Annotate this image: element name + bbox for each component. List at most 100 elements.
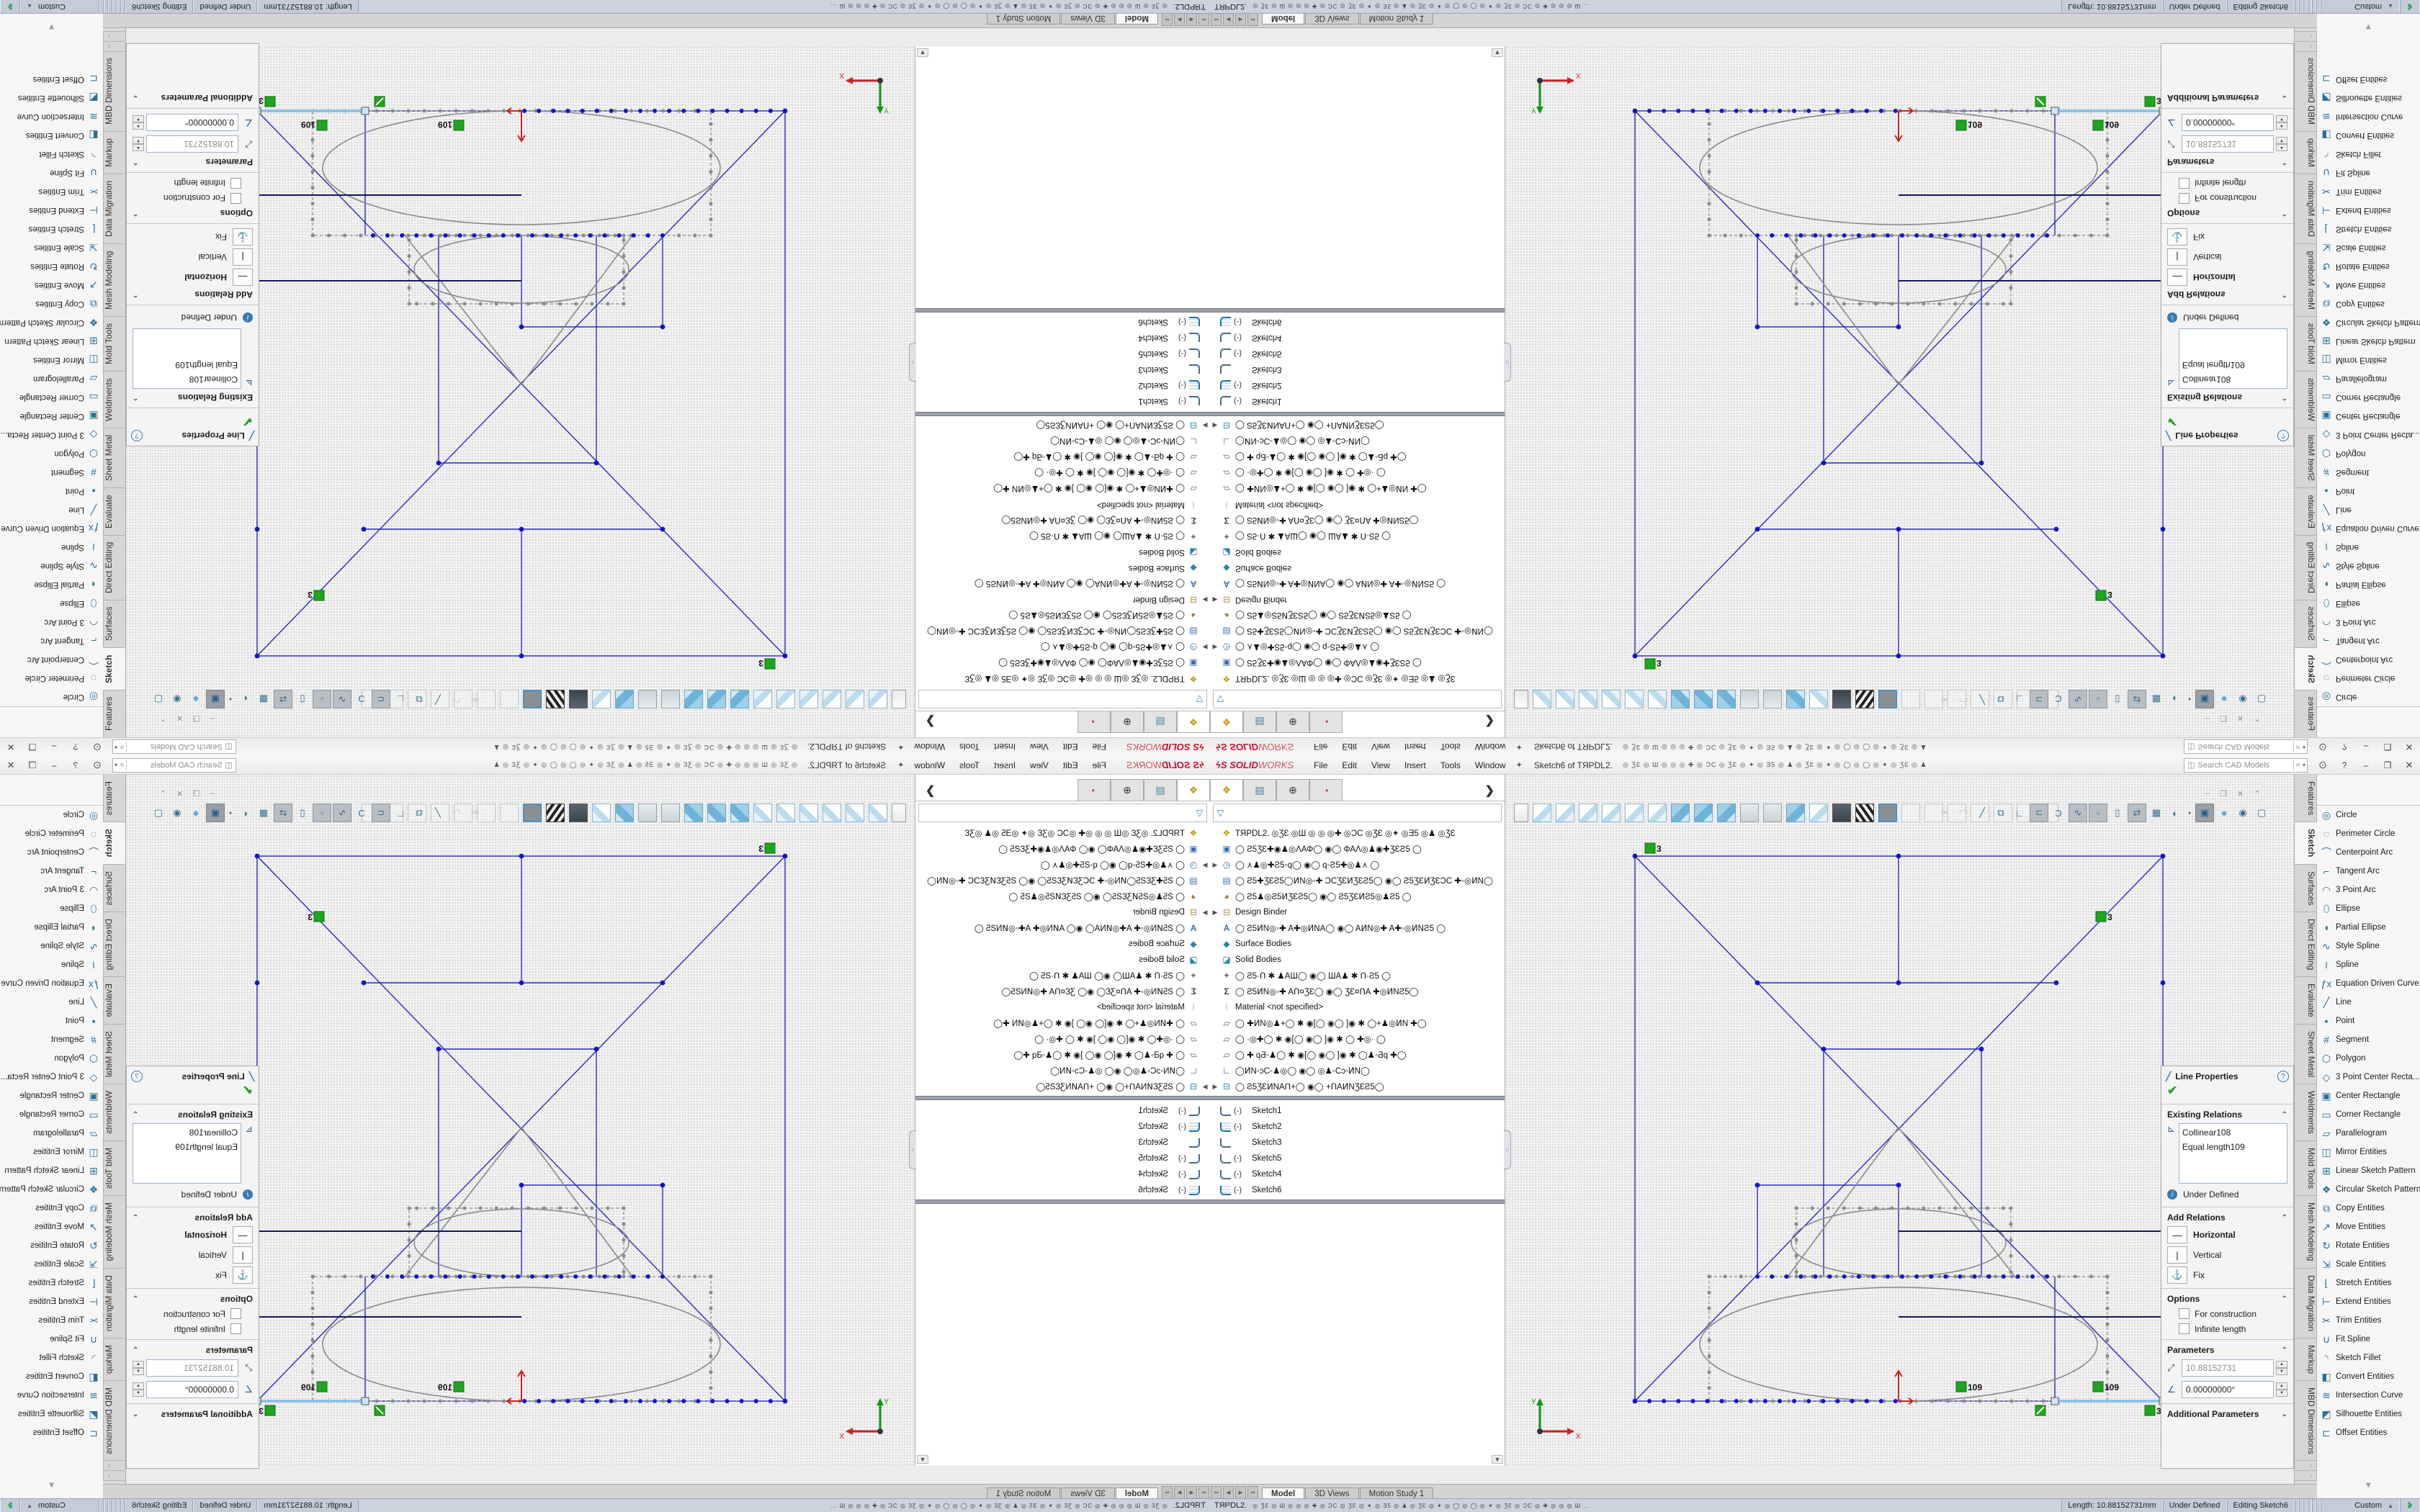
feature-manager-tab[interactable]: ❖ xyxy=(1177,711,1210,733)
tab-nav-button[interactable]: ⤇ xyxy=(1247,14,1258,27)
checkbox[interactable] xyxy=(230,193,241,204)
tab-nav-button[interactable]: ⤆ xyxy=(1198,14,1209,27)
add-relation-button[interactable]: — Horizontal xyxy=(127,267,259,287)
command-tab[interactable]: Sketch xyxy=(2295,822,2317,864)
tree-splitter[interactable] xyxy=(1210,1200,1505,1204)
tree-row[interactable]: ▶ ⊟ ◯ Ƨ5ƷƐͶΝΑՈ+◯ ◉◯ +ՈΑͶΝƷƐƧ5◯ xyxy=(915,1079,1210,1094)
command-tab[interactable]: Evaluate xyxy=(103,977,125,1025)
tree-row[interactable]: ▤ ◯ Ƨ5✚ƷƐƧ5◯ͶΝ◎◦✚ ƆCƷƐͶƷƐƧ5◯ ◉◯ Ƨ5ƷƐͶƷƐƆ… xyxy=(915,624,1210,639)
tree-row[interactable]: ⁝ Material <not specified> xyxy=(1210,999,1505,1015)
palette-item[interactable]: ⇲ Scale Entities xyxy=(0,1255,103,1274)
palette-item[interactable]: ⬯ Ellipse xyxy=(2317,594,2420,613)
menu-item[interactable]: Edit xyxy=(1335,742,1364,752)
tree-row[interactable]: ▱ ◯ ✚ͶΝ◎♟+◯ ✱ ◉[◯ ◉◯ ]◉ ✱ ◯+♟◎ͶΝ ✚◯ xyxy=(1210,1015,1505,1031)
palette-item[interactable]: ❖ Circular Sketch Pattern xyxy=(2317,313,2420,332)
relation-type-icon[interactable]: ⚓ xyxy=(233,228,253,246)
checkbox[interactable] xyxy=(230,178,241,189)
palette-item[interactable]: ƒx Equation Driven Curve xyxy=(2317,519,2420,538)
parameter-input[interactable]: 0.00000000° xyxy=(2182,1381,2274,1398)
tab-nav-button[interactable]: ▶ xyxy=(1174,14,1185,27)
feature-manager-tab[interactable]: ⊕ xyxy=(1276,711,1309,733)
tree-splitter[interactable] xyxy=(1210,1096,1505,1100)
palette-item[interactable]: ↻ Rotate Entities xyxy=(2317,1236,2420,1255)
search-icon[interactable]: ⌕ xyxy=(117,760,127,770)
command-tab[interactable]: Surfaces xyxy=(2295,865,2317,912)
palette-item[interactable]: ◇ 3 Point Center Recta... xyxy=(0,1068,103,1086)
menu-item[interactable]: Tools xyxy=(952,742,987,752)
add-relation-button[interactable]: | Vertical xyxy=(127,247,259,267)
command-tab[interactable]: Sketch xyxy=(103,647,125,689)
command-tab[interactable]: Mesh Modeling xyxy=(103,1196,125,1268)
tree-row[interactable]: ▣ ◯ Ƨ5ƷƐ✚◉♟◎ΛΑΦ◯ ◉◯ ΦΑΛ◎♟◉✚ƷƐƧ5 ◯ xyxy=(1210,841,1505,857)
tree-scroll-down-icon[interactable]: ▼ xyxy=(1492,48,1503,57)
tree-row[interactable]: Σ ◯ Ƨ5ͶΝ◎◦✚ ΑՈ¤ƷƐ◯ ◉◯ ƷƐ¤ՈΑ ✚◎ͶΝƧ5◯ xyxy=(915,984,1210,999)
palette-item[interactable]: ∿ Style Spline xyxy=(2317,937,2420,955)
collapse-icon[interactable]: ⌃ xyxy=(133,1214,138,1222)
menu-item[interactable]: File xyxy=(1307,742,1335,752)
palette-item[interactable]: ∪ Fit Spline xyxy=(0,1330,103,1349)
help-icon[interactable]: ? xyxy=(65,742,86,752)
feature-manager-tab[interactable]: ◔ xyxy=(1309,711,1343,733)
palette-item[interactable]: ⊞ Linear Sketch Pattern xyxy=(0,332,103,351)
collapse-icon[interactable]: ⌃ xyxy=(133,291,138,299)
palette-item[interactable]: ⌊ Stretch Entities xyxy=(2317,220,2420,238)
palette-item[interactable]: ◫ Mirror Entities xyxy=(0,351,103,369)
palette-item[interactable]: ⬡ Polygon xyxy=(0,444,103,463)
add-relation-button[interactable]: ⚓ Fix xyxy=(127,1265,259,1285)
sketch-row[interactable]: (-) Sketch5 xyxy=(1210,346,1505,361)
tree-expander-icon[interactable]: ▶ xyxy=(1210,644,1220,652)
palette-item[interactable]: ▱ Parallelogram xyxy=(2317,1124,2420,1143)
tree-scroll-down-icon[interactable]: ▼ xyxy=(917,1455,928,1464)
help-icon[interactable]: ? xyxy=(131,430,143,441)
command-tab[interactable]: MBD Dimensions xyxy=(103,1381,125,1462)
command-tab[interactable]: Evaluate xyxy=(2295,487,2317,535)
palette-item[interactable]: ↗ Move Entities xyxy=(0,1218,103,1236)
command-tab[interactable]: Direct Editing xyxy=(103,912,125,977)
checkbox[interactable] xyxy=(2179,1323,2190,1334)
palette-item[interactable]: ⊞ Linear Sketch Pattern xyxy=(2317,332,2420,351)
tree-row[interactable]: ❖ TЯPDL2. ◎ƷƐ ◎Ш ◎ ◎ ◎✚ ◎ƆC ◎ƷƐ ◎✦ ◎Ǝ5 ◎… xyxy=(915,825,1210,841)
relation-type-icon[interactable]: ⚓ xyxy=(2167,228,2187,246)
palette-item[interactable]: ⌊ Stretch Entities xyxy=(0,1274,103,1292)
command-tab[interactable]: MBD Dimensions xyxy=(2295,1381,2317,1462)
palette-item[interactable]: ◧ Convert Entities xyxy=(0,1367,103,1386)
palette-item[interactable]: ◠ 3 Point Arc xyxy=(0,881,103,899)
command-tab[interactable]: .. xyxy=(103,31,125,41)
palette-item[interactable]: ∿ Style Spline xyxy=(0,937,103,955)
pin-icon[interactable]: ✦ xyxy=(897,742,904,752)
palette-item[interactable]: ◫ Mirror Entities xyxy=(2317,1143,2420,1161)
tree-row[interactable]: ⁝ Material <not specified> xyxy=(1210,497,1505,513)
collapse-icon[interactable]: ⌃ xyxy=(133,1111,138,1119)
sketch-row[interactable]: (-) Sketch6 xyxy=(915,1182,1210,1198)
spinner[interactable]: ▲▼ xyxy=(133,1382,144,1397)
relation-type-icon[interactable]: — xyxy=(2167,269,2187,286)
add-relation-button[interactable]: | Vertical xyxy=(127,1245,259,1265)
command-tab[interactable]: Data Migration xyxy=(2295,1269,2317,1338)
collapse-icon[interactable]: ⌃ xyxy=(2282,210,2287,217)
tree-row[interactable]: A ◯ Ƨ5ͶΝ◎◦✚ Α✚◎ͶΝΑ◯ ◉◯ ΑͶΝ◎✚ Α✚◦◎ͶΝƧ5 ◯ xyxy=(1210,920,1505,936)
restore-button[interactable]: ❐ xyxy=(2377,742,2398,752)
palette-item[interactable]: ◩ Silhouette Entities xyxy=(2317,1405,2420,1423)
palette-item[interactable]: ◖ Partial Ellipse xyxy=(2317,575,2420,594)
option-row[interactable]: Infinite length xyxy=(2161,176,2293,191)
palette-item[interactable]: ▣ Center Rectangle xyxy=(0,407,103,426)
tree-row[interactable]: ◕ ◯ Ƨ5♟◎Ƨ5ͶƷƐƧ5◯ ◉◯ Ƨ5ƷƐͶƧ5◎♟Ƨ5 ◯ xyxy=(915,608,1210,624)
command-tab[interactable]: Sheet Metal xyxy=(2295,428,2317,487)
tree-splitter[interactable] xyxy=(915,1200,1210,1204)
spinner[interactable]: ▲▼ xyxy=(2276,115,2287,130)
relations-list[interactable]: Collinear108Equal length109 xyxy=(133,328,241,389)
tab-nav-button[interactable]: ◀ xyxy=(1223,1486,1234,1499)
collapse-icon[interactable]: ⌃ xyxy=(133,394,138,402)
tab-nav-button[interactable]: ⤆ xyxy=(1211,1486,1222,1499)
tree-row[interactable]: ▱ ◯ ✚ qƋ◦♟◯ ✱ ◉[◯ ◉◯ ]◉ ✱ ◯♟◦Ƌq ✚◯ xyxy=(915,1047,1210,1063)
sketch-row[interactable]: (-) Sketch2 xyxy=(1210,1119,1505,1135)
palette-item[interactable]: ▭ Corner Rectangle xyxy=(2317,1105,2420,1124)
panel-expand-chevron-icon[interactable]: ❯ xyxy=(1485,783,1502,798)
command-tab[interactable]: Sheet Metal xyxy=(2295,1025,2317,1084)
relation-type-icon[interactable]: | xyxy=(2167,248,2187,266)
sketch-row[interactable]: (-) Sketch2 xyxy=(915,1119,1210,1135)
palette-item[interactable]: ▣ Center Rectangle xyxy=(2317,1086,2420,1105)
command-tab[interactable]: Mold Tools xyxy=(103,1141,125,1196)
panel-expand-chevron-icon[interactable]: ❯ xyxy=(1485,714,1502,729)
tree-filter-input[interactable]: ▽ xyxy=(1213,804,1502,822)
